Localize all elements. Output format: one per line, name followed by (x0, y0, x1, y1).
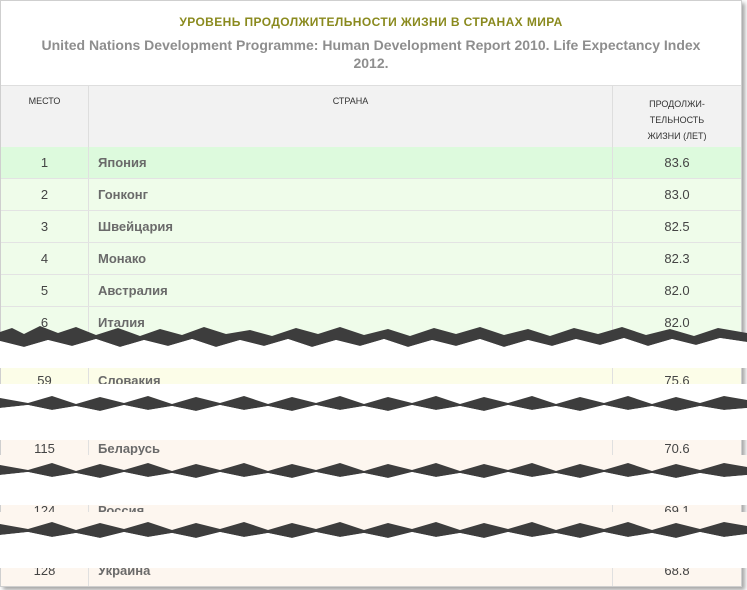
life-expectancy-cell: 82.5 (612, 211, 741, 242)
life-expectancy-cell: 70.6 (612, 429, 741, 468)
country-cell: Швейцария (88, 211, 612, 242)
table-row: 115 Беларусь 70.6 (1, 429, 741, 469)
rank-cell: 59 (37, 373, 52, 388)
table-header: МЕСТО СТРАНА ПРОДОЛЖИ- ТЕЛЬНОСТЬ ЖИЗНИ (… (1, 85, 741, 149)
rank-cell: 6 (40, 315, 49, 330)
life-expectancy-cell: 83.6 (612, 147, 741, 178)
table-row: 6 Италия 82.0 (1, 307, 741, 339)
column-header-country: СТРАНА (88, 86, 612, 148)
column-header-life-line-3: ЖИЗНИ (ЛЕТ) (647, 131, 707, 141)
page-subtitle: United Nations Development Programme: Hu… (41, 37, 701, 71)
country-cell: Монако (88, 243, 612, 274)
page-title: УРОВЕНЬ ПРОДОЛЖИТЕЛЬНОСТИ ЖИЗНИ В СТРАНА… (179, 15, 563, 29)
life-expectancy-cell: 83.0 (612, 179, 741, 210)
table-row: 4 Монако 82.3 (1, 243, 741, 275)
table-row: 2 Гонконг 83.0 (1, 179, 741, 211)
country-cell: Гонконг (88, 179, 612, 210)
table-row: 128 Украина 68.8 (1, 555, 741, 586)
rank-cell: 4 (40, 251, 49, 266)
life-expectancy-table: МЕСТО СТРАНА ПРОДОЛЖИ- ТЕЛЬНОСТЬ ЖИЗНИ (… (1, 85, 741, 586)
country-cell: Россия (88, 491, 612, 530)
rank-cell: 3 (40, 219, 49, 234)
column-header-rank: МЕСТО (28, 96, 61, 106)
life-expectancy-cell: 75.6 (612, 363, 741, 398)
rank-cell: 124 (33, 503, 56, 518)
table-row: 1 Япония 83.6 (1, 147, 741, 179)
table-row: 5 Австралия 82.0 (1, 275, 741, 307)
country-cell: Беларусь (88, 429, 612, 468)
column-header-life-line-2: ТЕЛЬНОСТЬ (649, 115, 705, 125)
country-cell: Италия (88, 307, 612, 338)
rank-cell: 115 (34, 441, 55, 456)
table-row: 3 Швейцария 82.5 (1, 211, 741, 243)
life-expectancy-cell: 68.8 (612, 555, 741, 586)
country-cell: Украина (88, 555, 612, 586)
country-cell: Австралия (88, 275, 612, 306)
country-cell: Япония (88, 147, 612, 178)
rank-cell: 128 (33, 563, 56, 578)
column-header-life-line-1: ПРОДОЛЖИ- (649, 99, 705, 109)
table-frame: УРОВЕНЬ ПРОДОЛЖИТЕЛЬНОСТИ ЖИЗНИ В СТРАНА… (0, 0, 742, 587)
country-cell: Словакия (88, 363, 612, 398)
life-expectancy-cell: 82.0 (612, 275, 741, 306)
life-expectancy-cell: 82.3 (612, 243, 741, 274)
table-row: 124 Россия 69.1 (1, 491, 741, 531)
life-expectancy-cell: 69.1 (612, 491, 741, 530)
life-expectancy-cell: 82.0 (612, 307, 741, 338)
table-caption: УРОВЕНЬ ПРОДОЛЖИТЕЛЬНОСТИ ЖИЗНИ В СТРАНА… (1, 1, 741, 85)
rank-cell: 2 (40, 187, 49, 202)
table-row: 59 Словакия 75.6 (1, 363, 741, 399)
rank-cell: 1 (40, 155, 49, 170)
column-header-life-expectancy: ПРОДОЛЖИ- ТЕЛЬНОСТЬ ЖИЗНИ (ЛЕТ) (612, 86, 741, 148)
rank-cell: 5 (40, 283, 49, 298)
